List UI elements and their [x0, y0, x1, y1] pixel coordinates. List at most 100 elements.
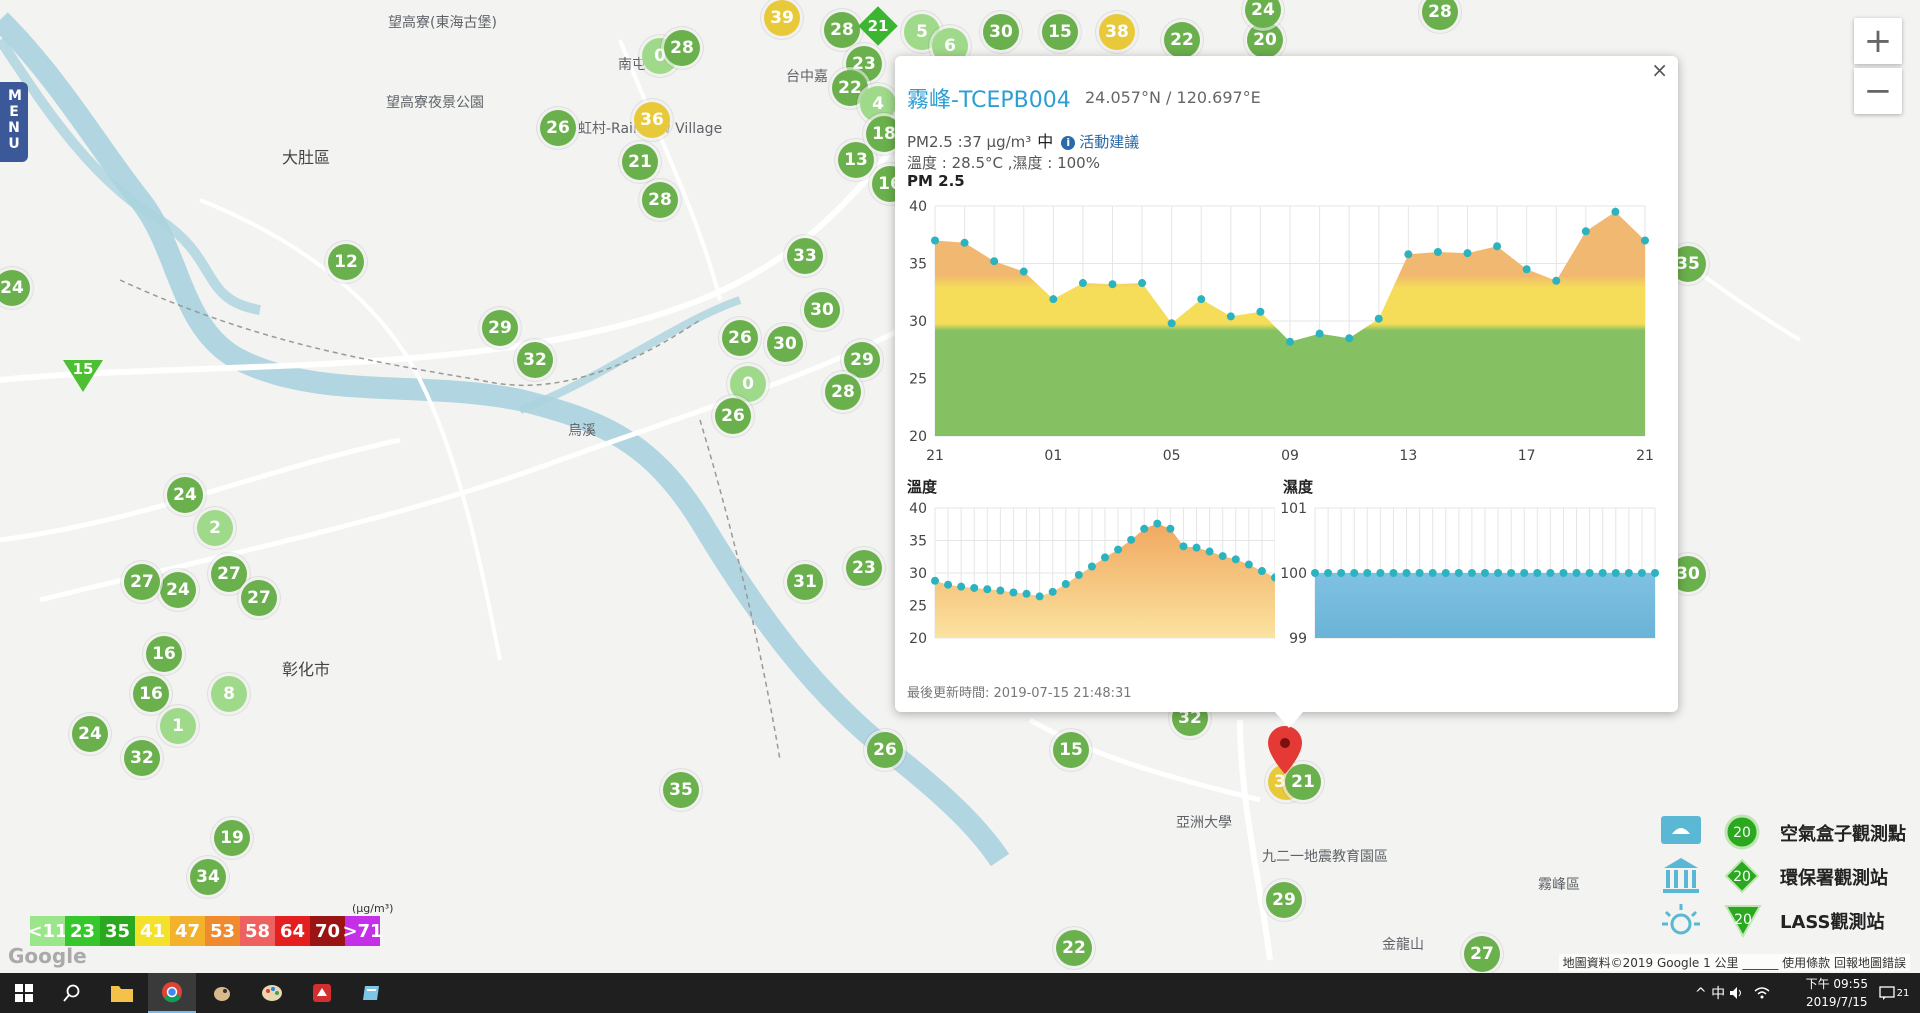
airbox-marker[interactable]: 34	[190, 859, 226, 895]
data-point[interactable]	[1324, 569, 1333, 577]
taskbar-chrome[interactable]	[148, 973, 196, 1013]
taskbar-file-explorer[interactable]	[98, 973, 146, 1013]
airbox-marker[interactable]: 22	[1056, 930, 1092, 966]
data-point[interactable]	[1402, 569, 1411, 577]
data-point[interactable]	[1226, 312, 1235, 321]
airbox-marker[interactable]: 27	[241, 580, 277, 616]
search-button[interactable]	[48, 973, 96, 1013]
data-point[interactable]	[1433, 248, 1442, 256]
system-tray[interactable]: ^ 中	[1695, 983, 1770, 1003]
map-attribution[interactable]: 地圖資料©2019 Google 1 公里 ______ 使用條款 回報地圖錯誤	[1558, 954, 1910, 971]
data-point[interactable]	[983, 585, 992, 594]
data-point[interactable]	[1641, 236, 1649, 245]
data-point[interactable]	[1078, 279, 1087, 288]
data-point[interactable]	[1454, 569, 1463, 577]
airbox-marker[interactable]: 29	[1266, 882, 1302, 918]
zoom-in-button[interactable]: +	[1854, 18, 1902, 64]
data-point[interactable]	[1572, 569, 1581, 577]
data-point[interactable]	[1244, 560, 1253, 569]
data-point[interactable]	[1114, 545, 1123, 554]
station-title[interactable]: 霧峰-TCEPB004	[907, 82, 1071, 114]
airbox-marker[interactable]: 26	[715, 398, 751, 434]
data-point[interactable]	[1376, 569, 1385, 577]
airbox-marker[interactable]: 24	[160, 572, 196, 608]
airbox-marker[interactable]: 28	[642, 182, 678, 218]
notification-center[interactable]: 21	[1876, 979, 1912, 1007]
info-icon[interactable]: i	[1061, 136, 1076, 150]
airbox-marker[interactable]: 15	[1053, 732, 1089, 768]
airbox-marker[interactable]: 35	[663, 772, 699, 808]
data-point[interactable]	[1494, 569, 1503, 577]
data-point[interactable]	[1481, 569, 1489, 577]
airbox-marker[interactable]: 30	[804, 292, 840, 328]
selected-pin-icon[interactable]	[1268, 726, 1302, 776]
taskbar-app-blue[interactable]	[348, 973, 396, 1013]
data-point[interactable]	[957, 582, 966, 591]
data-point[interactable]	[1166, 524, 1175, 533]
airbox-marker[interactable]: 38	[1099, 14, 1135, 50]
airbox-marker[interactable]: 31	[787, 564, 823, 600]
data-point[interactable]	[1205, 547, 1214, 556]
data-point[interactable]	[1389, 569, 1398, 577]
data-point[interactable]	[1061, 580, 1070, 589]
airbox-marker[interactable]: 28	[825, 374, 861, 410]
airbox-marker[interactable]: 24	[72, 716, 108, 752]
data-point[interactable]	[1127, 535, 1136, 544]
airbox-marker[interactable]: 28	[664, 30, 700, 66]
map-canvas[interactable]: 望高寮(東海古堡) 望高寮夜景公園 大肚區 彰化市 亞洲大學 霧峰區 九二一地震…	[0, 0, 1920, 973]
airbox-marker[interactable]: 36	[634, 102, 670, 138]
data-point[interactable]	[1315, 329, 1324, 338]
data-point[interactable]	[1019, 267, 1028, 276]
airbox-marker[interactable]: 30	[767, 326, 803, 362]
airbox-marker[interactable]: 33	[787, 238, 823, 274]
data-point[interactable]	[1546, 569, 1555, 577]
data-point[interactable]	[1363, 569, 1372, 577]
data-point[interactable]	[1009, 588, 1018, 597]
data-point[interactable]	[1179, 542, 1188, 551]
airbox-marker[interactable]: 16	[146, 636, 182, 672]
data-point[interactable]	[1533, 569, 1542, 577]
data-point[interactable]	[1218, 552, 1227, 561]
data-point[interactable]	[1256, 307, 1265, 316]
airbox-marker[interactable]: 27	[124, 564, 160, 600]
airbox-marker[interactable]: 27	[211, 556, 247, 592]
data-point[interactable]	[1585, 569, 1594, 577]
wifi-icon[interactable]	[1754, 987, 1770, 999]
data-point[interactable]	[1581, 227, 1590, 236]
data-point[interactable]	[1074, 570, 1083, 579]
taskbar-app-bird[interactable]	[198, 973, 246, 1013]
data-point[interactable]	[1048, 587, 1057, 596]
data-point[interactable]	[1153, 519, 1162, 528]
data-point[interactable]	[1404, 250, 1413, 259]
airbox-marker[interactable]: 32	[517, 342, 553, 378]
close-icon[interactable]: ×	[1651, 58, 1668, 82]
data-point[interactable]	[1257, 567, 1266, 576]
data-point[interactable]	[1520, 569, 1529, 577]
airbox-marker[interactable]: 1	[160, 708, 196, 744]
data-point[interactable]	[1197, 295, 1206, 304]
data-point[interactable]	[1087, 562, 1096, 571]
airbox-marker[interactable]: 39	[764, 0, 800, 36]
data-point[interactable]	[1624, 569, 1633, 577]
data-point[interactable]	[1138, 279, 1147, 288]
data-point[interactable]	[1101, 553, 1109, 562]
data-point[interactable]	[1350, 569, 1359, 577]
data-point[interactable]	[1507, 569, 1516, 577]
data-point[interactable]	[1345, 334, 1354, 343]
airbox-marker[interactable]: 13	[838, 142, 874, 178]
data-point[interactable]	[1140, 524, 1149, 533]
speaker-icon[interactable]	[1729, 987, 1744, 999]
airbox-marker[interactable]: 16	[133, 676, 169, 712]
airbox-marker[interactable]: 24	[167, 477, 203, 513]
data-point[interactable]	[1374, 314, 1383, 323]
airbox-marker[interactable]: 8	[211, 676, 247, 712]
airbox-marker[interactable]: 15	[1042, 14, 1078, 50]
data-point[interactable]	[1651, 569, 1659, 577]
data-point[interactable]	[1522, 265, 1531, 274]
airbox-marker[interactable]: 22	[1164, 22, 1200, 58]
menu-tab[interactable]: MENU	[0, 82, 28, 162]
airbox-marker[interactable]: 26	[540, 110, 576, 146]
airbox-marker[interactable]: 28	[824, 12, 860, 48]
zoom-out-button[interactable]: −	[1854, 68, 1902, 114]
data-point[interactable]	[1467, 569, 1476, 577]
